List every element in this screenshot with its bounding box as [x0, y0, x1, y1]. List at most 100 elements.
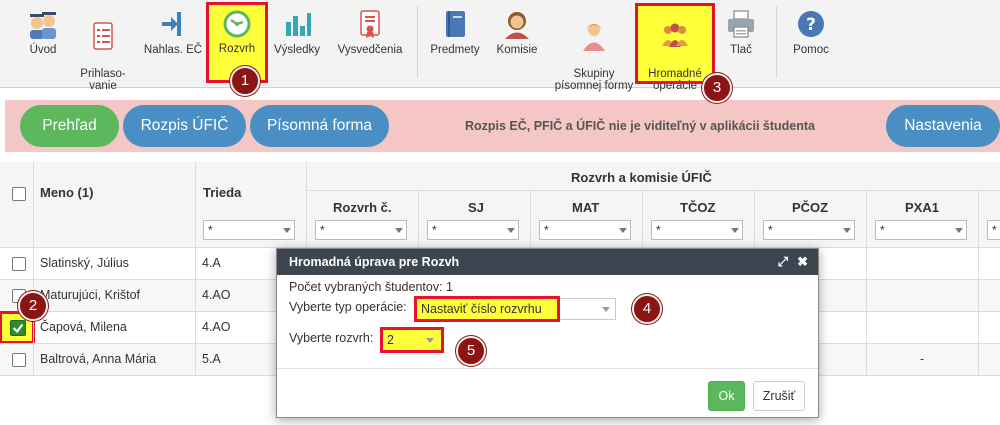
- step-marker-5: 5: [456, 336, 486, 366]
- student-name: Slatinský, Július: [40, 256, 129, 270]
- operation-type-value: Nastaviť číslo rozvrhu: [414, 296, 560, 322]
- student-class: 4.AO: [202, 320, 231, 334]
- operation-type-label: Vyberte typ operácie:: [289, 300, 407, 314]
- operation-type-select[interactable]: Nastaviť číslo rozvrhu: [414, 296, 616, 322]
- divider: [306, 190, 1000, 191]
- step-marker-3: 3: [702, 73, 732, 103]
- toolbar-label: Rozvrh: [218, 43, 256, 55]
- column-group-header: Rozvrh a komisie ÚFIČ: [571, 170, 712, 185]
- divider: [33, 162, 34, 377]
- filter-tcoz[interactable]: *: [651, 220, 743, 240]
- divider: [866, 190, 867, 377]
- toolbar-item-komisie[interactable]: Komisie: [482, 6, 552, 56]
- toolbar-label: Prihlaso- vanie: [80, 68, 126, 92]
- overview-button[interactable]: Prehľad: [20, 105, 119, 147]
- student-name: Maturujúci, Krištof: [40, 288, 141, 302]
- select-all-checkbox[interactable]: [12, 187, 26, 201]
- toolbar-item-pomoc[interactable]: ? Pomoc: [776, 6, 846, 56]
- form-list-icon: [93, 22, 113, 50]
- step-marker-4: 4: [632, 294, 662, 324]
- column-header-mat[interactable]: MAT: [572, 200, 599, 215]
- column-header-name[interactable]: Meno (1): [40, 185, 93, 200]
- close-icon[interactable]: ✖: [797, 249, 808, 275]
- chevron-down-icon: [602, 307, 610, 312]
- filter-pcoz[interactable]: *: [763, 220, 855, 240]
- row-checkbox-checked[interactable]: [10, 320, 26, 336]
- toolbar-item-vysledky[interactable]: Výsledky: [262, 6, 332, 56]
- toolbar-item-nahlas-ec[interactable]: Nahlas. EČ: [138, 6, 208, 56]
- filter-next[interactable]: *: [987, 220, 1000, 240]
- check-icon: [12, 323, 24, 334]
- svg-text:?: ?: [806, 15, 816, 35]
- dialog-footer: Ok Zrušiť: [277, 368, 818, 418]
- schedule-select[interactable]: 2: [380, 327, 444, 353]
- student-name: Baltrová, Anna Mária: [40, 352, 157, 366]
- dialog-titlebar: Hromadná úprava pre Rozvh ⤢ ✖: [277, 249, 818, 275]
- bulk-edit-dialog: Hromadná úprava pre Rozvh ⤢ ✖ Počet vybr…: [276, 248, 819, 418]
- graduates-icon: [30, 12, 56, 39]
- toolbar: Úvod Prihlaso- vanie Nahlas. EČ Rozvrh V…: [0, 0, 1000, 92]
- student-class: 4.A: [202, 256, 221, 270]
- toolbar-item-skupiny[interactable]: Skupiny písomnej formy: [550, 6, 638, 92]
- toolbar-label: Predmety: [430, 44, 480, 56]
- step-marker-1: 1: [230, 66, 260, 96]
- settings-button[interactable]: Nastavenia: [886, 105, 1000, 147]
- schedule-label: Vyberte rozvrh:: [289, 331, 374, 345]
- column-header-class[interactable]: Trieda: [203, 185, 241, 200]
- column-header-pcoz[interactable]: PČOZ: [792, 200, 828, 215]
- toolbar-item-hromadne-operacie[interactable]: Hromadné operácie: [635, 3, 715, 92]
- toolbar-label: Tlač: [730, 44, 752, 56]
- expand-icon[interactable]: ⤢: [778, 249, 788, 275]
- student-name: Čapová, Milena: [40, 320, 127, 334]
- filter-schedule-no[interactable]: *: [315, 220, 407, 240]
- toolbar-label: Vysvedčenia: [337, 44, 403, 56]
- book-icon: [446, 11, 465, 37]
- crowd-icon: [662, 23, 688, 47]
- column-header-tcoz[interactable]: TČOZ: [680, 200, 715, 215]
- divider: [978, 190, 979, 377]
- step-marker-2: 2: [18, 291, 48, 321]
- filter-pxa1[interactable]: *: [875, 220, 967, 240]
- toolbar-label: Výsledky: [273, 44, 321, 56]
- row-checkbox[interactable]: [12, 257, 26, 271]
- help-icon: ?: [798, 11, 824, 37]
- written-form-button[interactable]: Písomná forma: [250, 105, 389, 147]
- group-icon: [583, 24, 605, 51]
- ok-button[interactable]: Ok: [708, 381, 745, 411]
- toolbar-label: Pomoc: [793, 44, 829, 56]
- selected-count: Počet vybraných študentov: 1: [289, 280, 453, 294]
- toolbar-label: Hromadné operácie: [648, 68, 702, 92]
- chevron-down-icon: [426, 338, 434, 343]
- visibility-note: Rozpis EČ, PFIČ a ÚFIČ nie je viditeľný …: [464, 119, 816, 133]
- toolbar-item-tlac[interactable]: Tlač: [706, 6, 776, 56]
- cancel-button[interactable]: Zrušiť: [753, 381, 805, 411]
- toolbar-label: Komisie: [496, 44, 538, 56]
- column-header-sj[interactable]: SJ: [468, 200, 484, 215]
- ufic-schedule-button[interactable]: Rozpis ÚFIČ: [123, 105, 246, 147]
- divider: [195, 162, 196, 377]
- action-banner: Prehľad Rozpis ÚFIČ Písomná forma Rozpis…: [5, 100, 1000, 152]
- pxa1-value: -: [920, 352, 925, 366]
- bar-chart-icon: [286, 13, 311, 36]
- toolbar-item-prihlasovanie[interactable]: Prihlaso- vanie: [68, 6, 138, 92]
- printer-icon: [728, 10, 754, 38]
- certificate-icon: [360, 10, 380, 38]
- arrow-submit-icon: [162, 12, 181, 36]
- student-class: 5.A: [202, 352, 221, 366]
- toolbar-label: Skupiny písomnej formy: [554, 68, 634, 92]
- toolbar-separator: [417, 6, 418, 78]
- row-checkbox[interactable]: [12, 353, 26, 367]
- clock-icon: [223, 10, 251, 38]
- filter-class[interactable]: *: [203, 220, 295, 240]
- toolbar-item-vysvedcenia[interactable]: Vysvedčenia: [333, 6, 407, 56]
- toolbar-label: Nahlas. EČ: [143, 44, 203, 56]
- column-header-schedule-no[interactable]: Rozvrh č.: [333, 200, 392, 215]
- person-icon: [505, 12, 529, 39]
- dialog-title: Hromadná úprava pre Rozvh: [289, 255, 460, 269]
- student-class: 4.AO: [202, 288, 231, 302]
- toolbar-label: Úvod: [29, 44, 57, 56]
- toolbar-item-predmety[interactable]: Predmety: [420, 6, 490, 56]
- filter-sj[interactable]: *: [427, 220, 519, 240]
- filter-mat[interactable]: *: [539, 220, 631, 240]
- column-header-pxa1[interactable]: PXA1: [905, 200, 939, 215]
